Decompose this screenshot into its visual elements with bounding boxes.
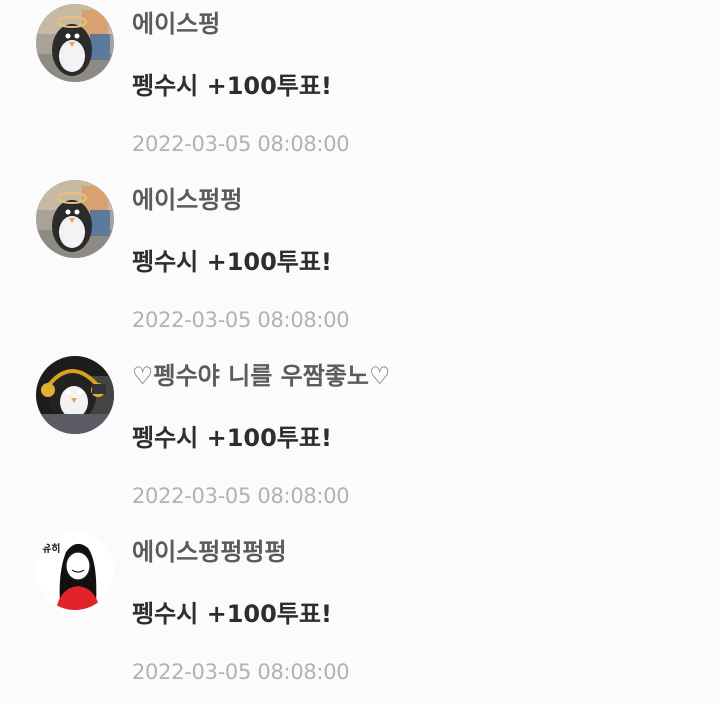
comment-item: 에이스펑펑 펭수시 +100투표! 2022-03-05 08:08:00 (0, 176, 720, 352)
comment-item: 유히 에이스펑펑펑펑 펭수시 +100투표! 2022-03-05 08:08:… (0, 528, 720, 704)
comment-timestamp: 2022-03-05 08:08:00 (132, 484, 350, 508)
comment-timestamp: 2022-03-05 08:08:00 (132, 660, 350, 684)
comment-text: 펭수시 +100투표! (132, 248, 332, 276)
comment-username[interactable]: 에이스펑펑펑펑 (132, 536, 287, 568)
user-avatar[interactable] (36, 356, 114, 434)
user-avatar[interactable] (36, 180, 114, 258)
comment-username[interactable]: 에이스펑 (132, 8, 220, 40)
comment-feed: 에이스펑 펭수시 +100투표! 2022-03-05 08:08:00 에이스… (0, 0, 720, 693)
comment-timestamp: 2022-03-05 08:08:00 (132, 132, 350, 156)
user-avatar[interactable] (36, 4, 114, 82)
comment-username[interactable]: 에이스펑펑 (132, 184, 242, 216)
comment-timestamp: 2022-03-05 08:08:00 (132, 308, 350, 332)
comment-text: 펭수시 +100투표! (132, 600, 332, 628)
comment-username[interactable]: ♡펭수야 니를 우짬좋노♡ (132, 360, 390, 392)
user-avatar[interactable]: 유히 (36, 532, 114, 610)
girl-drawing-avatar-icon: 유히 (36, 532, 114, 610)
avatar-caption: 유히 (42, 542, 60, 555)
comment-item: 에이스펑 펭수시 +100투표! 2022-03-05 08:08:00 (0, 0, 720, 176)
penguin-avatar-icon (36, 4, 114, 82)
penguin-headphones-avatar-icon (36, 356, 114, 434)
comment-item: ♡펭수야 니를 우짬좋노♡ 펭수시 +100투표! 2022-03-05 08:… (0, 352, 720, 528)
comment-text: 펭수시 +100투표! (132, 424, 332, 452)
comment-text: 펭수시 +100투표! (132, 72, 332, 100)
penguin-avatar-icon (36, 180, 114, 258)
